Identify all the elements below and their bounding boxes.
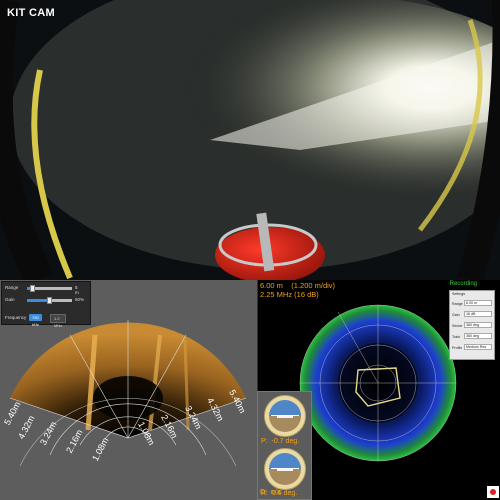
setting-profile-field[interactable]: Medium Res [464, 344, 492, 350]
setting-row-train: Train 360 deg [452, 333, 492, 340]
setting-row-sector: Sector 360 deg [452, 322, 492, 329]
range-value: 5 m [75, 285, 79, 295]
settings-title: Settings [452, 292, 465, 296]
gain-slider-handle[interactable] [47, 297, 52, 304]
attitude-panel: P: -0.7 deg. R: 0.6 deg. [257, 391, 312, 500]
sonar-control-panel: Range 5 m Gain 50% Frequency 750 kHz 1.2… [1, 281, 91, 328]
frequency-readout: 2.25 MHz (16 dB) [260, 290, 319, 299]
gain-slider[interactable] [27, 297, 72, 304]
setting-row-profile: Profile Medium Res [452, 344, 492, 351]
range-readout: 6.00 m (1.200 m/div) [260, 281, 335, 290]
roll-gauge-icon [264, 448, 306, 490]
setting-row-gain: Gain 16 dB [452, 311, 492, 318]
pitch-value: -0.7 deg. [271, 438, 300, 445]
frequency-option-750khz[interactable]: 750 kHz [29, 314, 42, 327]
setting-row-range: Range 6.00 m [452, 300, 492, 307]
sector-sonar-view: Range 5 m Gain 50% Frequency 750 kHz 1.2… [0, 280, 257, 500]
camera-label: KIT CAM [7, 7, 55, 19]
frequency-option-1-2mhz[interactable]: 1.2 MHz [50, 314, 67, 328]
recording-status: Recording [449, 281, 477, 287]
record-icon [490, 489, 496, 495]
pitch-readout: P: -0.7 deg. [261, 438, 299, 445]
range-slider[interactable] [27, 285, 72, 292]
setting-range-field[interactable]: 6.00 m [464, 300, 492, 306]
setting-sector-field[interactable]: 360 deg [464, 322, 492, 328]
depth-value: n/a [270, 489, 281, 496]
pitch-gauge-icon [264, 395, 306, 437]
range-label: Range [5, 285, 19, 290]
setting-train-field[interactable]: 360 deg [464, 333, 492, 339]
range-slider-handle[interactable] [29, 285, 35, 292]
camera-view: KIT CAM [0, 0, 500, 280]
record-button[interactable] [487, 486, 499, 498]
gain-value: 50% [75, 297, 85, 302]
gain-label: Gain [5, 297, 15, 302]
depth-readout: D: n/a [260, 489, 281, 496]
camera-image [0, 0, 500, 280]
pitch-label: P: [261, 438, 268, 445]
frequency-label: Frequency [5, 315, 27, 320]
sonar-settings-panel: Settings Range 6.00 m Gain 16 dB Sector 360… [449, 290, 495, 360]
range-value: 6.00 m [260, 281, 283, 290]
depth-label: D: [260, 489, 267, 496]
setting-gain-field[interactable]: 16 dB [464, 311, 492, 317]
range-division: (1.200 m/div) [291, 281, 336, 290]
